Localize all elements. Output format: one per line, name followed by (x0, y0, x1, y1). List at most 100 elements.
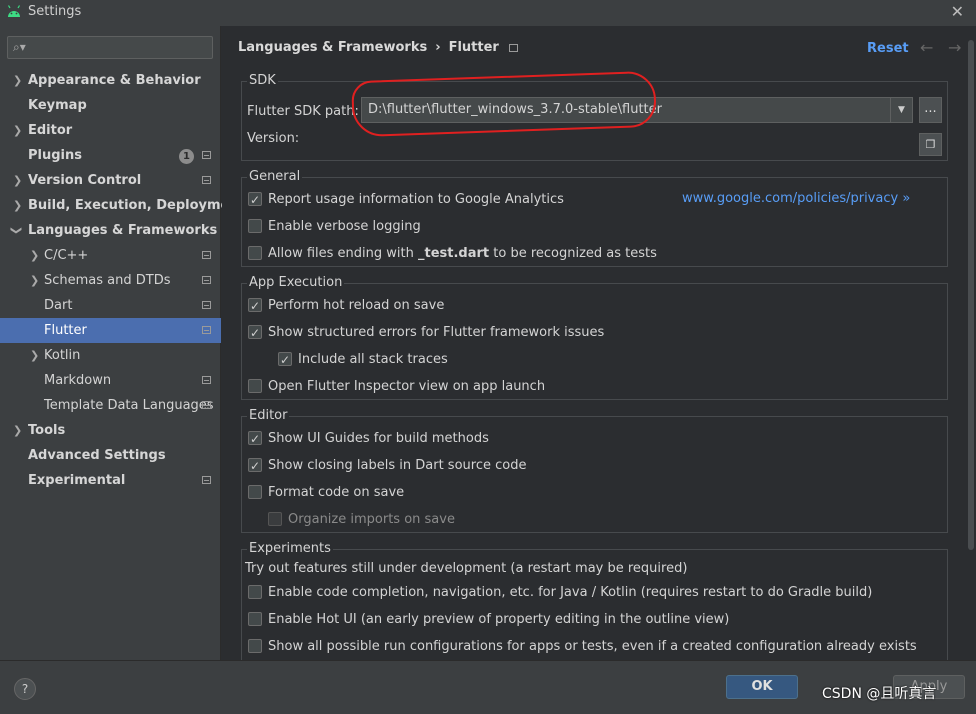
sidebar-item-experimental[interactable]: Experimental (0, 468, 221, 493)
checkbox-checked[interactable] (248, 191, 262, 209)
sidebar-item-kotlin[interactable]: ❯ Kotlin (0, 343, 221, 368)
settings-sidebar: ⌕▾ ❯ Appearance & Behavior Keymap ❯ Editor… (0, 26, 245, 660)
sidebar-item-label: Kotlin (44, 348, 81, 363)
chevron-right-icon: ❯ (13, 199, 23, 212)
experiments-description: Try out features still under development… (245, 561, 688, 576)
sidebar-item-languages[interactable]: ❯ Languages & Frameworks (0, 218, 221, 243)
settings-content: Languages & Frameworks › Flutter Reset ← →… (222, 26, 976, 660)
sidebar-item-keymap[interactable]: Keymap (0, 93, 221, 118)
title-bar: Settings ✕ (0, 0, 976, 26)
sidebar-item-build[interactable]: ❯ Build, Execution, Deployment (0, 193, 245, 218)
sidebar-item-label: Keymap (28, 98, 87, 113)
checkbox-label: Perform hot reload on save (268, 298, 445, 313)
back-arrow-icon[interactable]: ← (920, 38, 933, 57)
close-icon[interactable]: ✕ (951, 2, 964, 21)
closing-labels-checkbox[interactable]: Show closing labels in Dart source code (248, 457, 526, 475)
ok-button[interactable]: OK (726, 675, 798, 699)
version-label: Version: (247, 131, 300, 146)
window-title: Settings (28, 4, 82, 19)
sidebar-item-label: Languages & Frameworks (28, 223, 218, 238)
project-settings-icon (202, 476, 211, 484)
editor-group: Editor Show UI Guides for build methods … (241, 408, 948, 533)
sidebar-item-label: Dart (44, 298, 73, 313)
sidebar-item-appearance[interactable]: ❯ Appearance & Behavior (0, 68, 221, 93)
project-settings-icon (202, 326, 211, 334)
checkbox-label: Include all stack traces (298, 352, 448, 367)
chevron-right-icon: ❯ (13, 124, 23, 137)
hot-ui-checkbox[interactable]: Enable Hot UI (an early preview of prope… (248, 611, 729, 629)
sidebar-item-label: Schemas and DTDs (44, 273, 171, 288)
sidebar-item-label: Editor (28, 123, 73, 138)
inspector-checkbox[interactable]: Open Flutter Inspector view on app launc… (248, 378, 545, 396)
sidebar-item-cpp[interactable]: ❯ C/C++ (0, 243, 221, 268)
sidebar-item-template-data[interactable]: Template Data Languages (0, 393, 221, 418)
chevron-right-icon: ❯ (13, 174, 23, 187)
checkbox-checked[interactable] (278, 351, 292, 369)
sidebar-item-version-control[interactable]: ❯ Version Control (0, 168, 221, 193)
checkbox-checked[interactable] (248, 430, 262, 448)
sidebar-item-label: Tools (28, 423, 66, 438)
sidebar-item-advanced[interactable]: Advanced Settings (0, 443, 221, 468)
sidebar-item-tools[interactable]: ❯ Tools (0, 418, 221, 443)
sidebar-item-label: Appearance & Behavior (28, 73, 201, 88)
csdn-watermark: CSDN @且听真言 (822, 686, 937, 702)
checkbox-unchecked[interactable] (248, 638, 262, 653)
analytics-checkbox[interactable]: Report usage information to Google Analy… (248, 191, 564, 209)
sidebar-item-label: Plugins (28, 148, 82, 163)
sidebar-item-dart[interactable]: Dart (0, 293, 221, 318)
forward-arrow-icon[interactable]: → (948, 38, 961, 57)
breadcrumb-parent[interactable]: Languages & Frameworks (238, 40, 427, 55)
ui-guides-checkbox[interactable]: Show UI Guides for build methods (248, 430, 489, 448)
checkbox-label: Enable code completion, navigation, etc.… (268, 585, 873, 600)
sidebar-item-editor[interactable]: ❯ Editor (0, 118, 221, 143)
run-configs-checkbox[interactable]: Show all possible run configurations for… (248, 638, 917, 656)
dropdown-arrow-icon[interactable]: ▼ (890, 98, 912, 122)
organize-imports-checkbox[interactable]: Organize imports on save (268, 511, 455, 529)
reset-link[interactable]: Reset (867, 41, 909, 56)
vertical-scrollbar[interactable] (968, 40, 974, 550)
checkbox-checked[interactable] (248, 324, 262, 342)
chevron-right-icon: ❯ (13, 74, 23, 87)
stack-traces-checkbox[interactable]: Include all stack traces (278, 351, 448, 369)
help-button[interactable]: ? (14, 678, 36, 700)
project-settings-icon (202, 301, 211, 309)
copy-icon[interactable]: ❐ (919, 133, 942, 156)
privacy-link-text[interactable]: www.google.com/policies/privacy (682, 191, 898, 206)
checkbox-checked[interactable] (248, 457, 262, 475)
external-link-icon: » (902, 191, 911, 206)
checkbox-unchecked[interactable] (268, 511, 282, 526)
code-completion-checkbox[interactable]: Enable code completion, navigation, etc.… (248, 584, 872, 602)
checkbox-unchecked[interactable] (248, 378, 262, 393)
checkbox-label: Allow files ending with (268, 246, 418, 261)
sidebar-item-markdown[interactable]: Markdown (0, 368, 221, 393)
experiments-group: Experiments Try out features still under… (241, 541, 948, 660)
structured-errors-checkbox[interactable]: Show structured errors for Flutter frame… (248, 324, 604, 342)
checkbox-label: Show closing labels in Dart source code (268, 458, 527, 473)
sidebar-item-schemas[interactable]: ❯ Schemas and DTDs (0, 268, 221, 293)
checkbox-unchecked[interactable] (248, 584, 262, 599)
checkbox-unchecked[interactable] (248, 245, 262, 260)
group-title: General (247, 169, 303, 184)
checkbox-checked[interactable] (248, 297, 262, 315)
search-icon: ⌕▾ (13, 40, 26, 54)
browse-button[interactable]: ... (919, 97, 942, 123)
verbose-logging-checkbox[interactable]: Enable verbose logging (248, 218, 421, 236)
chevron-right-icon: ❯ (13, 424, 23, 437)
sidebar-item-flutter[interactable]: Flutter (0, 318, 221, 343)
test-files-checkbox[interactable]: Allow files ending with _test.dart to be… (248, 245, 657, 263)
android-icon (7, 5, 21, 17)
sidebar-item-plugins[interactable]: Plugins 1 (0, 143, 221, 168)
checkbox-label: Format code on save (268, 485, 405, 500)
hot-reload-checkbox[interactable]: Perform hot reload on save (248, 297, 444, 315)
checkbox-label-bold: _test.dart (417, 246, 490, 261)
checkbox-unchecked[interactable] (248, 484, 262, 499)
format-on-save-checkbox[interactable]: Format code on save (248, 484, 404, 502)
checkbox-unchecked[interactable] (248, 218, 262, 233)
search-input[interactable]: ⌕▾ (7, 36, 213, 59)
checkbox-unchecked[interactable] (248, 611, 262, 626)
chevron-right-icon: ❯ (30, 249, 40, 262)
privacy-link[interactable]: www.google.com/policies/privacy » (682, 191, 910, 206)
project-settings-icon (202, 376, 211, 384)
checkbox-label: Enable verbose logging (268, 219, 421, 234)
checkbox-label: Organize imports on save (288, 512, 455, 527)
